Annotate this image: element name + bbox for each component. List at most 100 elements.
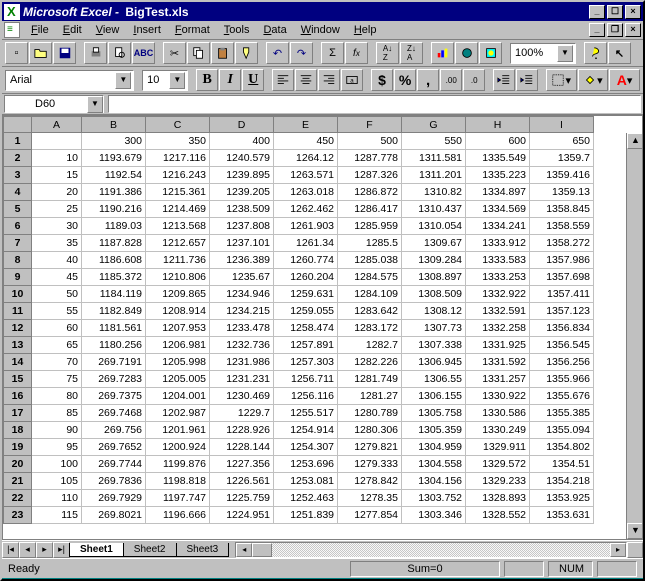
col-header-A[interactable]: A [32, 117, 82, 133]
col-header-C[interactable]: C [146, 117, 210, 133]
cell-I9[interactable]: 1357.698 [530, 269, 594, 286]
chart-button[interactable] [431, 42, 454, 64]
cell-A15[interactable]: 75 [32, 371, 82, 388]
row-header-13[interactable]: 13 [4, 337, 32, 354]
row-header-16[interactable]: 16 [4, 388, 32, 405]
cell-E12[interactable]: 1258.474 [274, 320, 338, 337]
cell-B16[interactable]: 269.7375 [82, 388, 146, 405]
row-header-4[interactable]: 4 [4, 184, 32, 201]
cell-E20[interactable]: 1253.696 [274, 456, 338, 473]
paste-button[interactable] [211, 42, 234, 64]
cell-G13[interactable]: 1307.338 [402, 337, 466, 354]
underline-button[interactable]: U [242, 69, 264, 91]
cell-B19[interactable]: 269.7652 [82, 439, 146, 456]
menu-data[interactable]: Data [256, 22, 293, 38]
cell-G5[interactable]: 1310.437 [402, 201, 466, 218]
row-header-19[interactable]: 19 [4, 439, 32, 456]
cell-E6[interactable]: 1261.903 [274, 218, 338, 235]
cell-I14[interactable]: 1356.256 [530, 354, 594, 371]
cell-A12[interactable]: 60 [32, 320, 82, 337]
cell-G11[interactable]: 1308.12 [402, 303, 466, 320]
cell-H17[interactable]: 1330.586 [466, 405, 530, 422]
cell-G20[interactable]: 1304.558 [402, 456, 466, 473]
cell-C15[interactable]: 1205.005 [146, 371, 210, 388]
merge-center-button[interactable]: a [341, 69, 363, 91]
cell-C2[interactable]: 1217.116 [146, 150, 210, 167]
cell-G3[interactable]: 1311.201 [402, 167, 466, 184]
sheet-tab-sheet2[interactable]: Sheet2 [123, 543, 177, 557]
cell-E11[interactable]: 1259.055 [274, 303, 338, 320]
menu-help[interactable]: Help [347, 22, 384, 38]
cell-F17[interactable]: 1280.789 [338, 405, 402, 422]
cell-E14[interactable]: 1257.303 [274, 354, 338, 371]
name-box[interactable]: D60 ▼ [4, 95, 104, 113]
cell-E2[interactable]: 1264.12 [274, 150, 338, 167]
cell-H14[interactable]: 1331.592 [466, 354, 530, 371]
cell-E16[interactable]: 1256.116 [274, 388, 338, 405]
cell-G17[interactable]: 1305.758 [402, 405, 466, 422]
cell-B20[interactable]: 269.7744 [82, 456, 146, 473]
sort-desc-button[interactable]: Z↓A [400, 42, 423, 64]
cell-B13[interactable]: 1180.256 [82, 337, 146, 354]
cell-D17[interactable]: 1229.7 [210, 405, 274, 422]
app-icon[interactable] [4, 4, 20, 20]
cell-I5[interactable]: 1358.845 [530, 201, 594, 218]
cell-H20[interactable]: 1329.572 [466, 456, 530, 473]
cell-D6[interactable]: 1237.808 [210, 218, 274, 235]
decrease-indent-button[interactable] [493, 69, 515, 91]
cell-F3[interactable]: 1287.326 [338, 167, 402, 184]
cell-D12[interactable]: 1233.478 [210, 320, 274, 337]
row-header-1[interactable]: 1 [4, 133, 32, 150]
cell-D7[interactable]: 1237.101 [210, 235, 274, 252]
cell-D10[interactable]: 1234.946 [210, 286, 274, 303]
cell-H19[interactable]: 1329.911 [466, 439, 530, 456]
cell-B10[interactable]: 1184.119 [82, 286, 146, 303]
cell-D15[interactable]: 1231.231 [210, 371, 274, 388]
cell-C12[interactable]: 1207.953 [146, 320, 210, 337]
cell-G23[interactable]: 1303.346 [402, 507, 466, 524]
cell-H11[interactable]: 1332.591 [466, 303, 530, 320]
cell-G21[interactable]: 1304.156 [402, 473, 466, 490]
comma-button[interactable]: , [417, 69, 439, 91]
cell-E7[interactable]: 1261.34 [274, 235, 338, 252]
align-left-button[interactable] [272, 69, 294, 91]
cell-A4[interactable]: 20 [32, 184, 82, 201]
cell-A7[interactable]: 35 [32, 235, 82, 252]
prev-sheet-button[interactable]: ◂ [19, 542, 36, 558]
doc-minimize-button[interactable]: _ [589, 23, 605, 37]
cell-C14[interactable]: 1205.998 [146, 354, 210, 371]
cell-I8[interactable]: 1357.986 [530, 252, 594, 269]
cell-A3[interactable]: 15 [32, 167, 82, 184]
preview-button[interactable] [108, 42, 131, 64]
cell-I22[interactable]: 1353.925 [530, 490, 594, 507]
cell-D13[interactable]: 1232.736 [210, 337, 274, 354]
first-sheet-button[interactable]: |◂ [2, 542, 19, 558]
cell-G1[interactable]: 550 [402, 133, 466, 150]
cell-D3[interactable]: 1239.895 [210, 167, 274, 184]
cell-G6[interactable]: 1310.054 [402, 218, 466, 235]
cell-B14[interactable]: 269.7191 [82, 354, 146, 371]
cell-C5[interactable]: 1214.469 [146, 201, 210, 218]
cell-I7[interactable]: 1358.272 [530, 235, 594, 252]
cell-A1[interactable] [32, 133, 82, 150]
cell-E4[interactable]: 1263.018 [274, 184, 338, 201]
cell-I11[interactable]: 1357.123 [530, 303, 594, 320]
cell-I20[interactable]: 1354.51 [530, 456, 594, 473]
cell-B9[interactable]: 1185.372 [82, 269, 146, 286]
cell-D9[interactable]: 1235.67 [210, 269, 274, 286]
cell-C20[interactable]: 1199.876 [146, 456, 210, 473]
cell-B1[interactable]: 300 [82, 133, 146, 150]
cell-E15[interactable]: 1256.711 [274, 371, 338, 388]
cell-G8[interactable]: 1309.284 [402, 252, 466, 269]
arrow-help-button[interactable]: ↖ [608, 42, 631, 64]
namebox-dropdown-icon[interactable]: ▼ [87, 96, 103, 113]
cell-C9[interactable]: 1210.806 [146, 269, 210, 286]
cell-H21[interactable]: 1329.233 [466, 473, 530, 490]
percent-button[interactable]: % [394, 69, 416, 91]
cell-F19[interactable]: 1279.821 [338, 439, 402, 456]
cell-F13[interactable]: 1282.7 [338, 337, 402, 354]
cell-H5[interactable]: 1334.569 [466, 201, 530, 218]
cell-D16[interactable]: 1230.469 [210, 388, 274, 405]
increase-indent-button[interactable] [516, 69, 538, 91]
cell-H3[interactable]: 1335.223 [466, 167, 530, 184]
